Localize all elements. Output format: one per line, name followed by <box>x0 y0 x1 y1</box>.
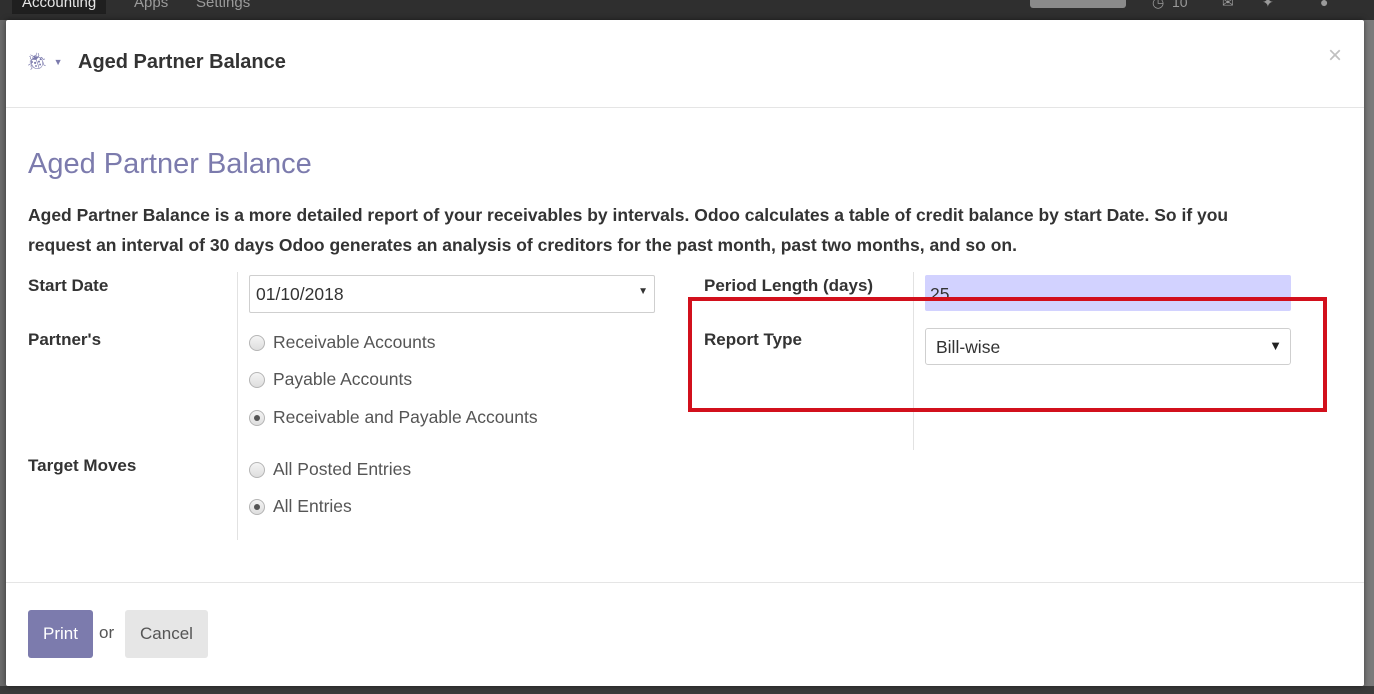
radio-receivable-accounts[interactable]: Receivable Accounts <box>249 332 435 353</box>
caret-down-icon: ▼ <box>53 57 63 67</box>
menu-accounting[interactable]: Accounting <box>12 0 107 14</box>
radio-button-checked[interactable] <box>249 498 265 515</box>
radio-label: Receivable and Payable Accounts <box>273 407 538 427</box>
radio-receivable-and-payable-accounts[interactable]: Receivable and Payable Accounts <box>249 407 538 428</box>
period-length-label: Period Length (days) <box>704 276 874 295</box>
radio-all-posted-entries[interactable]: All Posted Entries <box>249 459 411 480</box>
background-pill <box>1030 0 1126 8</box>
dropdown-arrow-icon[interactable]: ▼ <box>638 286 648 297</box>
report-description: Aged Partner Balance is a more detailed … <box>28 205 1229 255</box>
dialog-title: Aged Partner Balance <box>78 51 286 73</box>
radio-label: All Posted Entries <box>273 459 412 479</box>
radio-label: Receivable Accounts <box>273 332 436 352</box>
cancel-button[interactable]: Cancel <box>125 610 208 658</box>
target-moves-label: Target Moves <box>28 456 137 475</box>
radio-button[interactable] <box>249 461 265 478</box>
debug-menu[interactable]: 🐞︎ ▼ <box>26 53 63 71</box>
activity-icon[interactable]: ✦ <box>1262 0 1274 11</box>
radio-button-checked[interactable] <box>249 409 265 426</box>
clock-icon[interactable]: ◷ <box>1152 0 1164 11</box>
radio-label: Payable Accounts <box>273 369 413 389</box>
start-date-field[interactable]: 01/10/2018 ▼ <box>249 275 655 313</box>
dialog-header: 🐞︎ ▼ Aged Partner Balance × <box>6 20 1364 108</box>
start-date-value: 01/10/2018 <box>256 284 344 304</box>
dialog-footer: Print or Cancel <box>6 582 1364 686</box>
menu-settings[interactable]: Settings <box>196 0 250 11</box>
notification-count: 10 <box>1172 0 1188 10</box>
background-bottom-strip <box>0 686 1374 694</box>
aged-partner-balance-dialog: 🐞︎ ▼ Aged Partner Balance × Aged Partner… <box>6 20 1364 686</box>
radio-button[interactable] <box>249 334 265 351</box>
partners-label: Partner's <box>28 330 102 349</box>
annotation-highlight-box <box>688 297 1327 412</box>
start-date-label: Start Date <box>28 276 109 295</box>
report-heading: Aged Partner Balance <box>28 148 312 180</box>
radio-button[interactable] <box>249 371 265 388</box>
radio-payable-accounts[interactable]: Payable Accounts <box>249 369 412 390</box>
close-icon[interactable]: × <box>1328 44 1342 68</box>
or-text: or <box>99 623 115 642</box>
bug-icon: 🐞︎ <box>26 52 48 71</box>
chat-icon[interactable]: ✉ <box>1222 0 1234 11</box>
left-column-divider <box>237 272 238 540</box>
background-topbar: Accounting Apps Settings ◷ 10 ✉ ✦ ● <box>0 0 1374 20</box>
radio-all-entries[interactable]: All Entries <box>249 496 352 517</box>
radio-label: All Entries <box>273 496 352 516</box>
menu-apps[interactable]: Apps <box>134 0 168 11</box>
avatar[interactable]: ● <box>1320 0 1328 10</box>
print-button[interactable]: Print <box>28 610 93 658</box>
background-page-edge <box>1364 20 1374 694</box>
